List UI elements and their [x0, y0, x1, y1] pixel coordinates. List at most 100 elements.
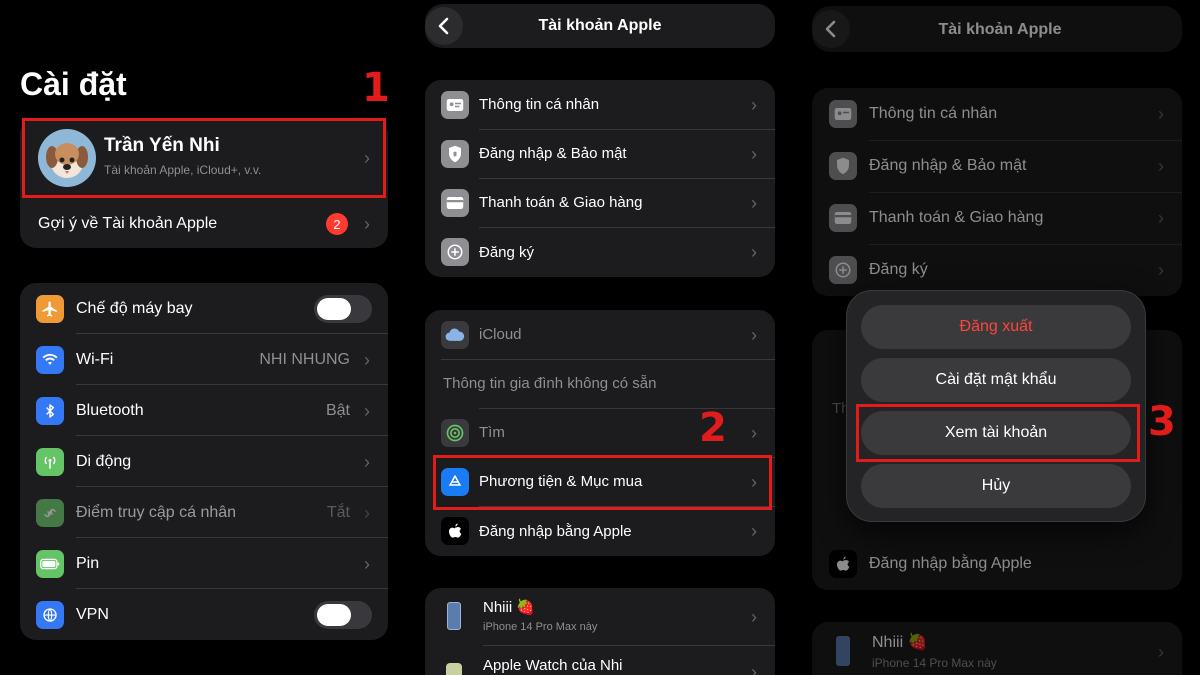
chevron-right-icon: ›: [1158, 208, 1164, 228]
id-card-icon: [829, 100, 857, 128]
credit-card-icon: [441, 188, 469, 217]
icloud-row[interactable]: iCloud ›: [425, 310, 775, 359]
row-label: Đăng nhập bằng Apple: [869, 555, 1032, 572]
setting-label: Điểm truy cập cá nhân: [76, 503, 237, 521]
notification-badge: 2: [326, 213, 348, 235]
apple-account-panel: Tài khoản Apple Thông tin cá nhân › Đăng…: [405, 0, 795, 675]
cloud-icon: [441, 320, 469, 349]
highlight-box-1: [22, 118, 386, 198]
row-label: Tìm: [479, 424, 505, 441]
row-label: Đăng ký: [479, 243, 535, 261]
chevron-right-icon: ›: [1158, 642, 1164, 662]
step-number-3: 3: [1148, 399, 1176, 445]
personal-info-row[interactable]: Thông tin cá nhân ›: [425, 80, 775, 129]
credit-card-icon: [829, 204, 857, 232]
row-label: iCloud: [479, 326, 522, 343]
chevron-right-icon: ›: [1158, 104, 1164, 124]
row-label: Đăng nhập bằng Apple: [479, 522, 632, 540]
subscriptions-icon: [441, 238, 469, 266]
bluetooth-row[interactable]: Bluetooth Bật ›: [20, 385, 388, 436]
setting-label: VPN: [76, 605, 109, 623]
settings-panel: Cài đặt 1 Trần Yến Nhi Tài khoản Apple, …: [0, 0, 400, 675]
payment-shipping-row[interactable]: Thanh toán & Giao hàng ›: [425, 178, 775, 227]
setting-label: Bluetooth: [76, 401, 144, 419]
apple-account-suggestions-row[interactable]: Gợi ý về Tài khoản Apple 2 ›: [20, 202, 388, 246]
vpn-toggle[interactable]: [314, 600, 372, 629]
wifi-icon: [36, 345, 64, 374]
apple-watch-icon: [446, 663, 462, 675]
cellular-icon: [36, 447, 64, 476]
signin-security-row[interactable]: Đăng nhập & Bảo mật ›: [812, 140, 1182, 192]
chevron-right-icon: ›: [751, 242, 757, 262]
find-my-icon: [441, 418, 469, 447]
setting-label: Chế độ máy bay: [76, 299, 193, 317]
wifi-network-value: NHI NHUNG: [259, 350, 350, 368]
device-row-iphone[interactable]: Nhiii 🍓 iPhone 14 Pro Max này ›: [812, 622, 1182, 675]
chevron-right-icon: ›: [364, 553, 370, 574]
chevron-right-icon: ›: [751, 521, 757, 541]
chevron-right-icon: ›: [364, 451, 370, 472]
nav-title: Tài khoản Apple: [538, 17, 662, 34]
row-label: Đăng nhập & Bảo mật: [869, 157, 1027, 174]
cancel-button[interactable]: Hủy: [861, 464, 1131, 508]
subscriptions-icon: [829, 256, 857, 284]
chevron-right-icon: ›: [364, 214, 370, 234]
airplane-mode-toggle[interactable]: [314, 294, 372, 323]
shield-icon: [441, 139, 469, 168]
battery-row[interactable]: Pin ›: [20, 538, 388, 589]
logout-button[interactable]: Đăng xuất: [861, 305, 1131, 349]
chevron-right-icon: ›: [364, 400, 370, 421]
chevron-right-icon: ›: [751, 143, 757, 164]
wifi-row[interactable]: Wi-Fi NHI NHUNG ›: [20, 334, 388, 385]
airplane-icon: [36, 294, 64, 323]
device-model: iPhone 14 Pro Max này: [483, 621, 598, 633]
chevron-right-icon: ›: [1158, 260, 1164, 280]
airplane-mode-row[interactable]: Chế độ máy bay: [20, 283, 388, 334]
page-title: Cài đặt: [20, 66, 127, 102]
row-label: Đăng ký: [869, 261, 928, 278]
vpn-row[interactable]: VPN: [20, 589, 388, 640]
highlight-box-3: [856, 404, 1140, 462]
device-name: Nhiii 🍓: [872, 634, 928, 651]
sign-in-with-apple-row[interactable]: Đăng nhập bằng Apple: [812, 538, 1182, 590]
subscriptions-row[interactable]: Đăng ký ›: [425, 227, 775, 277]
device-name: Apple Watch của Nhi: [483, 657, 623, 674]
chevron-right-icon: ›: [1158, 156, 1164, 176]
row-label: Đăng nhập & Bảo mật: [479, 145, 627, 162]
cellular-row[interactable]: Di động ›: [20, 436, 388, 487]
personal-hotspot-row[interactable]: Điểm truy cập cá nhân Tắt ›: [20, 487, 388, 538]
chevron-right-icon: ›: [751, 324, 757, 345]
battery-icon: [36, 549, 64, 578]
iphone-icon: [836, 636, 850, 666]
id-card-icon: [441, 90, 469, 119]
sign-in-with-apple-row[interactable]: Đăng nhập bằng Apple ›: [425, 506, 775, 556]
chevron-right-icon: ›: [751, 192, 757, 213]
iphone-icon: [447, 602, 461, 630]
bluetooth-icon: [36, 396, 64, 425]
apple-logo-icon: [829, 550, 857, 578]
personal-info-row[interactable]: Thông tin cá nhân ›: [812, 88, 1182, 140]
subscriptions-row[interactable]: Đăng ký ›: [812, 244, 1182, 296]
password-settings-button[interactable]: Cài đặt mật khẩu: [861, 358, 1131, 402]
chevron-right-icon: ›: [751, 94, 757, 115]
step-number-1: 1: [362, 65, 390, 111]
setting-label: Pin: [76, 554, 100, 572]
row-label: Thông tin gia đình không có sẵn: [443, 375, 657, 392]
row-label: Thanh toán & Giao hàng: [869, 209, 1044, 226]
device-row-watch[interactable]: Apple Watch của Nhi ›: [425, 645, 775, 675]
apple-logo-icon: [441, 517, 469, 545]
devices-card: Nhiii 🍓 iPhone 14 Pro Max này › Apple Wa…: [425, 588, 775, 675]
bluetooth-value: Bật: [325, 401, 350, 419]
devices-card: Nhiii 🍓 iPhone 14 Pro Max này ›: [812, 622, 1182, 675]
suggestions-label: Gợi ý về Tài khoản Apple: [38, 215, 218, 232]
device-row-iphone[interactable]: Nhiii 🍓 iPhone 14 Pro Max này ›: [425, 588, 775, 645]
highlight-box-2: [433, 455, 772, 510]
row-label: Thông tin cá nhân: [869, 105, 998, 122]
hotspot-value: Tắt: [326, 503, 350, 521]
device-model: iPhone 14 Pro Max này: [872, 656, 997, 670]
setting-label: Di động: [76, 452, 132, 470]
signin-security-row[interactable]: Đăng nhập & Bảo mật ›: [425, 129, 775, 178]
setting-label: Wi-Fi: [76, 350, 114, 368]
payment-shipping-row[interactable]: Thanh toán & Giao hàng ›: [812, 192, 1182, 244]
chevron-right-icon: ›: [751, 422, 757, 443]
